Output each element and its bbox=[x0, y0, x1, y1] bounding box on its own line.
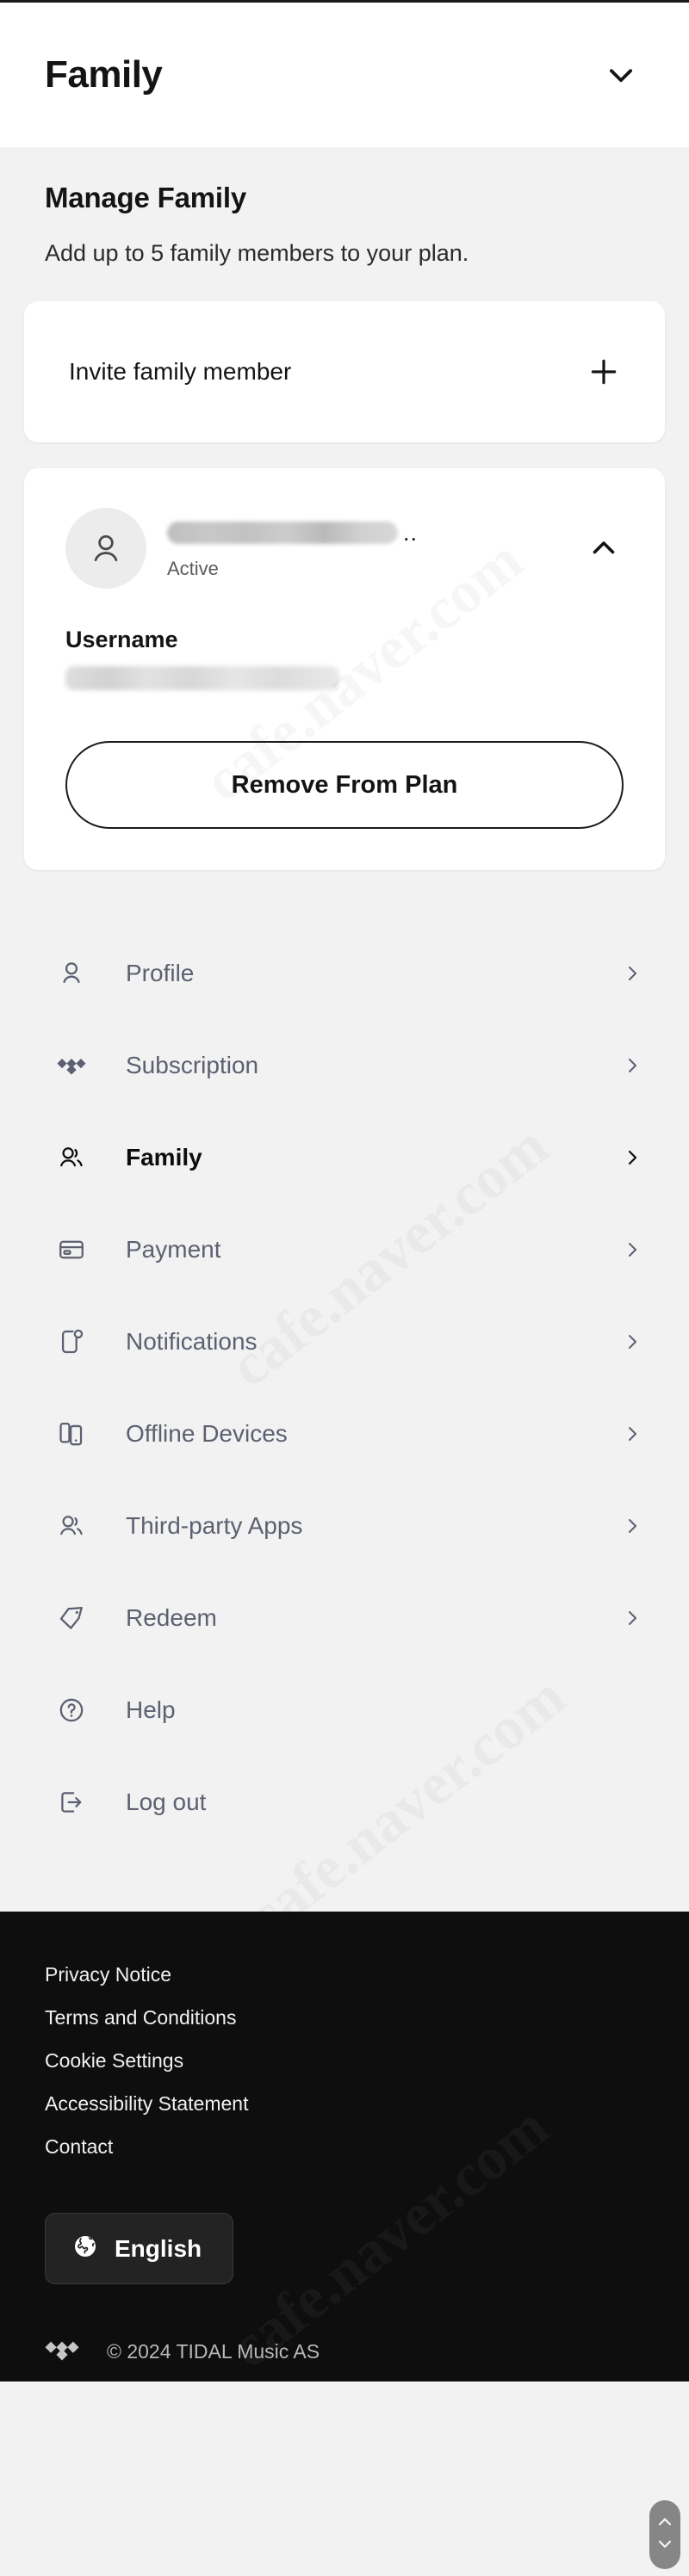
sidebar-item-subscription[interactable]: Subscription bbox=[52, 1019, 644, 1111]
language-label: English bbox=[115, 2234, 202, 2262]
sidebar-item-redeem[interactable]: Redeem bbox=[52, 1572, 644, 1664]
logout-icon bbox=[52, 1782, 91, 1822]
chevron-right-icon bbox=[620, 1053, 644, 1078]
scroll-control[interactable] bbox=[649, 2500, 680, 2569]
username-label: Username bbox=[65, 627, 178, 652]
sidebar-item-log-out[interactable]: Log out bbox=[52, 1756, 644, 1848]
credit-card-icon bbox=[52, 1230, 91, 1269]
chevron-right-icon bbox=[620, 1422, 644, 1446]
person-icon bbox=[52, 954, 91, 993]
tidal-logo-icon bbox=[52, 1046, 91, 1085]
remove-from-plan-button[interactable]: Remove From Plan bbox=[65, 741, 624, 829]
settings-nav: Profile Subscription Family Payment Noti… bbox=[0, 927, 689, 1848]
question-circle-icon bbox=[52, 1690, 91, 1730]
sidebar-item-label: Help bbox=[126, 1696, 176, 1723]
sidebar-item-label: Offline Devices bbox=[126, 1419, 288, 1447]
chevron-down-icon[interactable] bbox=[657, 2538, 673, 2554]
footer-link-cookie-settings[interactable]: Cookie Settings bbox=[45, 2049, 644, 2073]
chevron-right-icon bbox=[620, 961, 644, 985]
sidebar-item-label: Profile bbox=[126, 959, 195, 986]
devices-icon bbox=[52, 1414, 91, 1454]
people-icon bbox=[52, 1506, 91, 1546]
redacted-email-overlay bbox=[65, 666, 339, 690]
footer-link-terms-and-conditions[interactable]: Terms and Conditions bbox=[45, 2006, 644, 2029]
sidebar-item-payment[interactable]: Payment bbox=[52, 1203, 644, 1295]
family-member-header[interactable]: .. Active bbox=[65, 508, 624, 589]
chevron-right-icon bbox=[620, 1146, 644, 1170]
footer-link-contact[interactable]: Contact bbox=[45, 2135, 644, 2159]
chevron-up-icon[interactable] bbox=[657, 2516, 673, 2531]
language-selector-button[interactable]: English bbox=[45, 2213, 234, 2284]
section-subtitle: Add up to 5 family members to your plan. bbox=[45, 240, 469, 266]
sidebar-item-label: Family bbox=[126, 1143, 202, 1171]
chevron-up-icon[interactable] bbox=[584, 528, 624, 568]
section-title: Manage Family bbox=[45, 182, 246, 213]
bell-phone-icon bbox=[52, 1322, 91, 1362]
sidebar-item-help[interactable]: Help bbox=[52, 1664, 644, 1756]
sidebar-item-family[interactable]: Family bbox=[52, 1111, 644, 1203]
sidebar-item-third-party-apps[interactable]: Third-party Apps bbox=[52, 1480, 644, 1572]
sidebar-item-notifications[interactable]: Notifications bbox=[52, 1295, 644, 1387]
sidebar-item-label: Redeem bbox=[126, 1603, 217, 1631]
avatar bbox=[65, 508, 146, 589]
copyright-text: © 2024 TIDAL Music AS bbox=[107, 2340, 320, 2363]
family-member-name: .. bbox=[167, 516, 563, 549]
sidebar-item-label: Notifications bbox=[126, 1327, 258, 1355]
copyright-row: © 2024 TIDAL Music AS bbox=[45, 2338, 644, 2366]
sidebar-item-label: Subscription bbox=[126, 1051, 259, 1078]
sidebar-item-label: Payment bbox=[126, 1235, 221, 1263]
manage-family-section-header: Manage Family Add up to 5 family members… bbox=[0, 147, 689, 267]
globe-icon bbox=[71, 2233, 99, 2264]
invite-family-member-label: Invite family member bbox=[69, 358, 292, 385]
sidebar-item-profile[interactable]: Profile bbox=[52, 927, 644, 1019]
family-member-meta: .. Active bbox=[167, 516, 563, 580]
footer-link-privacy-notice[interactable]: Privacy Notice bbox=[45, 1963, 644, 1986]
sidebar-item-label: Third-party Apps bbox=[126, 1511, 303, 1539]
sidebar-item-label: Log out bbox=[126, 1788, 207, 1815]
settings-page: Family Manage Family Add up to 5 family … bbox=[0, 0, 689, 2576]
status-badge: Active bbox=[167, 558, 219, 579]
family-member-name-truncation: .. bbox=[403, 519, 419, 546]
username-value bbox=[65, 664, 624, 693]
page-body: Manage Family Add up to 5 family members… bbox=[0, 147, 689, 2381]
plus-icon[interactable] bbox=[584, 352, 624, 392]
sidebar-item-offline-devices[interactable]: Offline Devices bbox=[52, 1387, 644, 1480]
page-footer: Privacy Notice Terms and Conditions Cook… bbox=[0, 1912, 689, 2381]
chevron-right-icon bbox=[620, 1330, 644, 1354]
footer-link-accessibility-statement[interactable]: Accessibility Statement bbox=[45, 2092, 644, 2116]
chevron-down-icon[interactable] bbox=[601, 55, 641, 95]
redacted-name-overlay bbox=[167, 522, 398, 544]
page-header: Family bbox=[0, 3, 689, 147]
page-title: Family bbox=[45, 53, 163, 96]
chevron-right-icon bbox=[620, 1606, 644, 1630]
chevron-right-icon bbox=[620, 1238, 644, 1262]
tidal-logo-icon bbox=[45, 2338, 79, 2366]
tag-icon bbox=[52, 1598, 91, 1638]
family-member-card: .. Active Username Remove From Plan bbox=[24, 468, 665, 870]
chevron-right-icon bbox=[620, 1514, 644, 1538]
invite-family-member-card[interactable]: Invite family member bbox=[24, 301, 665, 442]
people-icon bbox=[52, 1138, 91, 1177]
